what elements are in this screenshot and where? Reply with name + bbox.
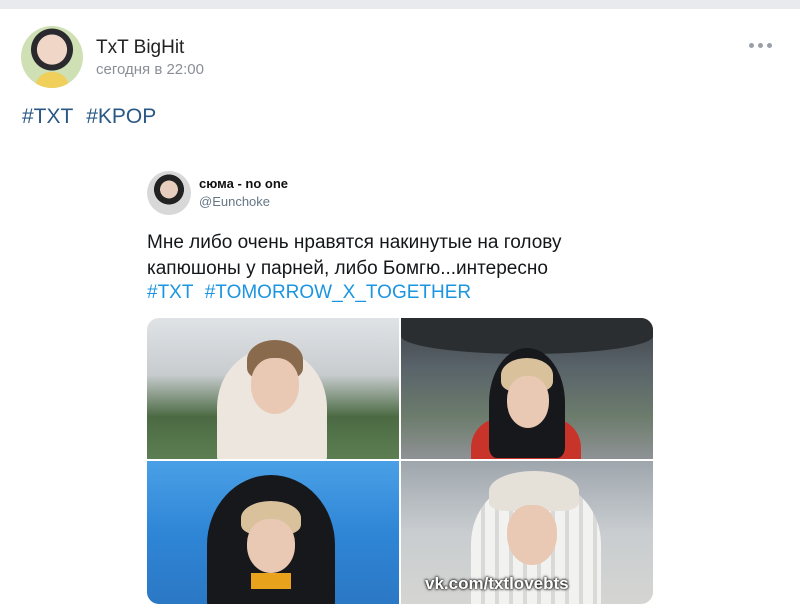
photo-stadium[interactable]	[147, 461, 399, 604]
tweet-avatar	[147, 171, 191, 215]
post-hashtags: #TXT #KPOP	[22, 105, 163, 129]
tweet-text: Мне либо очень нравятся накинутые на гол…	[147, 230, 657, 282]
hashtag-link[interactable]: #KPOP	[86, 105, 156, 128]
photo-grid: vk.com/txtlovebts	[147, 318, 653, 604]
watermark-text: vk.com/txtlovebts	[425, 574, 569, 593]
more-options-icon[interactable]	[744, 34, 776, 56]
tweet-author-handle: @Eunchoke	[199, 194, 271, 209]
photo-hood-white[interactable]	[147, 318, 399, 459]
post-author[interactable]: TxT BigHit	[96, 37, 184, 59]
tweet-hashtag-link: #TXT	[147, 282, 194, 303]
tweet-hashtags: #TXT #TOMORROW_X_TOGETHER	[147, 282, 477, 304]
post-time[interactable]: сегодня в 22:00	[96, 61, 204, 78]
photo-umbrella[interactable]	[401, 318, 653, 459]
tweet-author-name: сюма - no one	[199, 176, 288, 191]
tweet-hashtag-link: #TOMORROW_X_TOGETHER	[204, 282, 472, 303]
tweet-text-line: Мне либо очень нравятся накинутые на гол…	[147, 232, 562, 253]
hashtag-link[interactable]: #TXT	[22, 105, 73, 128]
author-avatar[interactable]	[21, 26, 83, 88]
top-bar	[0, 0, 800, 9]
tweet-text-line: капюшоны у парней, либо Бомгю...интересн…	[147, 258, 548, 279]
